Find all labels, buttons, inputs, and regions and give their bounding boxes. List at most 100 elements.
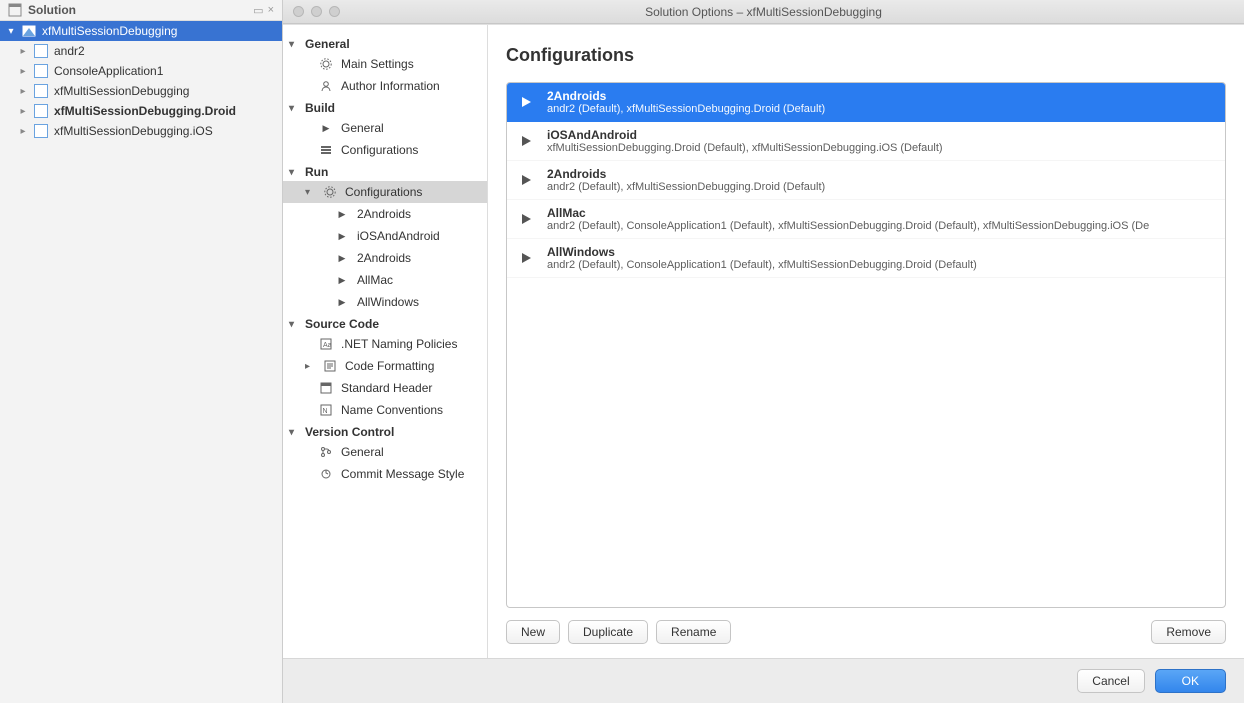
options-subitem-label: iOSAndAndroid (357, 229, 440, 243)
chevron-down-icon[interactable]: ▾ (6, 26, 16, 37)
configuration-row[interactable]: AllMacandr2 (Default), ConsoleApplicatio… (507, 200, 1225, 239)
options-item[interactable]: Commit Message Style (283, 463, 487, 485)
options-item[interactable]: Configurations (283, 181, 487, 203)
dialog-footer: Cancel OK (283, 658, 1244, 703)
options-group-label: Version Control (305, 425, 394, 439)
configuration-name: 2Androids (547, 89, 825, 103)
options-subitem[interactable]: ▶2Androids (283, 203, 487, 225)
options-subitem[interactable]: ▶AllMac (283, 269, 487, 291)
project-row[interactable]: ▸ andr2 (0, 41, 282, 61)
solution-tree: ▾ xfMultiSessionDebugging ▸ andr2 ▸ Console… (0, 21, 282, 703)
play-icon (517, 173, 535, 187)
options-group-label: Run (305, 165, 328, 179)
chevron-right-icon[interactable]: ▸ (18, 86, 28, 97)
configuration-desc: andr2 (Default), xfMultiSessionDebugging… (547, 181, 825, 193)
project-label: xfMultiSessionDebugging.Droid (54, 104, 236, 118)
play-icon (517, 95, 535, 109)
format-icon (323, 360, 337, 372)
conv-icon: N (319, 404, 333, 416)
close-icon[interactable]: × (268, 4, 274, 17)
dialog-title: Solution Options – xfMultiSessionDebuggi… (283, 5, 1244, 19)
options-item-label: Configurations (341, 143, 418, 157)
configuration-row[interactable]: AllWindowsandr2 (Default), ConsoleApplic… (507, 239, 1225, 278)
project-label: ConsoleApplication1 (54, 64, 163, 78)
options-item-label: Main Settings (341, 57, 414, 71)
configuration-name: AllMac (547, 206, 1149, 220)
remove-button[interactable]: Remove (1151, 620, 1226, 644)
project-icon (34, 84, 48, 98)
options-item[interactable]: ▶ General (283, 117, 487, 139)
chevron-right-icon[interactable]: ▸ (18, 46, 28, 57)
options-group[interactable]: ▾General (283, 33, 487, 53)
project-icon (34, 44, 48, 58)
configuration-name: 2Androids (547, 167, 825, 181)
page-title: Configurations (506, 45, 1226, 66)
project-row[interactable]: ▸ ConsoleApplication1 (0, 61, 282, 81)
configuration-row[interactable]: 2Androidsandr2 (Default), xfMultiSession… (507, 161, 1225, 200)
ok-button[interactable]: OK (1155, 669, 1226, 693)
options-item[interactable]: Standard Header (283, 377, 487, 399)
window-zoom-button[interactable] (329, 6, 340, 17)
options-item[interactable]: Author Information (283, 75, 487, 97)
branch-icon (319, 446, 333, 458)
configurations-list[interactable]: 2Androidsandr2 (Default), xfMultiSession… (506, 82, 1226, 608)
options-group-label: Source Code (305, 317, 379, 331)
configuration-desc: andr2 (Default), ConsoleApplication1 (De… (547, 220, 1149, 232)
options-item[interactable]: Main Settings (283, 53, 487, 75)
configuration-row[interactable]: iOSAndAndroidxfMultiSessionDebugging.Dro… (507, 122, 1225, 161)
dialog-titlebar: Solution Options – xfMultiSessionDebuggi… (283, 0, 1244, 24)
undock-icon[interactable]: ▭ (253, 4, 263, 17)
solution-panel: Solution ▭ × ▾ xfMultiSessionDebugging ▸… (0, 0, 283, 703)
options-item[interactable]: General (283, 441, 487, 463)
options-subitem-label: 2Androids (357, 251, 411, 265)
options-item-label: General (341, 121, 384, 135)
svg-text:N: N (323, 408, 328, 415)
configuration-row[interactable]: 2Androidsandr2 (Default), xfMultiSession… (507, 83, 1225, 122)
options-group[interactable]: ▾Build (283, 97, 487, 117)
gear-icon (319, 58, 333, 70)
project-row[interactable]: ▸xfMultiSessionDebugging (0, 81, 282, 101)
window-close-button[interactable] (293, 6, 304, 17)
configuration-name: AllWindows (547, 245, 977, 259)
configuration-desc: xfMultiSessionDebugging.Droid (Default),… (547, 142, 943, 154)
header-icon (319, 382, 333, 394)
project-label: xfMultiSessionDebugging.iOS (54, 124, 213, 138)
chevron-right-icon[interactable]: ▸ (18, 126, 28, 137)
project-label: andr2 (54, 44, 85, 58)
configuration-desc: andr2 (Default), ConsoleApplication1 (De… (547, 259, 977, 271)
window-minimize-button[interactable] (311, 6, 322, 17)
solution-icon (22, 24, 36, 38)
options-subitem[interactable]: ▶iOSAndAndroid (283, 225, 487, 247)
options-group[interactable]: ▾Source Code (283, 313, 487, 333)
play-icon: ▶ (335, 275, 349, 286)
new-button[interactable]: New (506, 620, 560, 644)
options-group[interactable]: ▾Version Control (283, 421, 487, 441)
options-subitem-label: AllWindows (357, 295, 419, 309)
project-row[interactable]: ▸ xfMultiSessionDebugging.iOS (0, 121, 282, 141)
play-icon: ▶ (319, 123, 333, 134)
duplicate-button[interactable]: Duplicate (568, 620, 648, 644)
options-group[interactable]: ▾Run (283, 161, 487, 181)
options-item[interactable]: Aa.NET Naming Policies (283, 333, 487, 355)
options-item-label: Author Information (341, 79, 440, 93)
play-icon (517, 212, 535, 226)
options-subitem[interactable]: ▶2Androids (283, 247, 487, 269)
options-item[interactable]: Configurations (283, 139, 487, 161)
options-item[interactable]: N Name Conventions (283, 399, 487, 421)
options-item[interactable]: Code Formatting (283, 355, 487, 377)
configs-icon (319, 144, 333, 156)
options-item-label: Configurations (345, 185, 422, 199)
options-sidebar: ▾General Main Settings Author Information ▾… (283, 25, 488, 658)
cancel-button[interactable]: Cancel (1077, 669, 1144, 693)
solution-root[interactable]: ▾ xfMultiSessionDebugging (0, 21, 282, 41)
options-item-label: Name Conventions (341, 403, 443, 417)
configuration-name: iOSAndAndroid (547, 128, 943, 142)
chevron-right-icon[interactable]: ▸ (18, 66, 28, 77)
options-group-label: Build (305, 101, 335, 115)
options-group-label: General (305, 37, 350, 51)
gear-icon (323, 186, 337, 198)
project-row[interactable]: ▸ xfMultiSessionDebugging.Droid (0, 101, 282, 121)
options-subitem[interactable]: ▶AllWindows (283, 291, 487, 313)
rename-button[interactable]: Rename (656, 620, 731, 644)
chevron-right-icon[interactable]: ▸ (18, 106, 28, 117)
